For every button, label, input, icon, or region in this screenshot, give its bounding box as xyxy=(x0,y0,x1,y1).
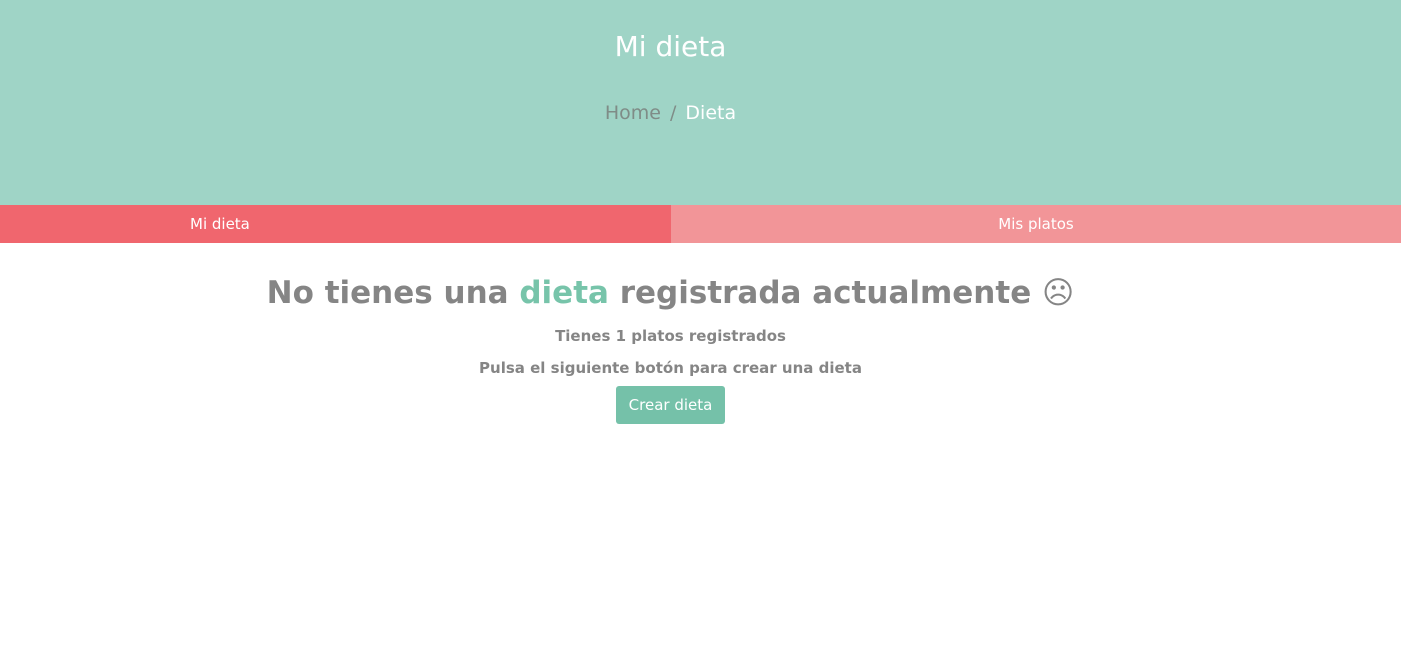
empty-state-heading: No tienes una dieta registrada actualmen… xyxy=(0,273,1341,313)
main-content: No tienes una dieta registrada actualmen… xyxy=(0,273,1341,424)
breadcrumb-home-link[interactable]: Home xyxy=(605,102,661,124)
heading-text-start: No tienes una xyxy=(266,275,520,311)
hero-banner: Mi dieta Home / Dieta xyxy=(0,0,1401,205)
tab-mis-platos[interactable]: Mis platos xyxy=(671,205,1401,243)
dishes-count-text: Tienes 1 platos registrados xyxy=(555,327,786,345)
page-title: Mi dieta xyxy=(614,30,727,63)
instruction-text: Pulsa el siguiente botón para crear una … xyxy=(479,359,862,377)
heading-accent-word: dieta xyxy=(519,275,609,311)
create-diet-button[interactable]: Crear dieta xyxy=(615,386,726,424)
breadcrumb-separator: / xyxy=(670,102,677,124)
tab-mi-dieta[interactable]: Mi dieta xyxy=(0,205,671,243)
heading-text-end: registrada actualmente xyxy=(608,275,1043,311)
breadcrumb-current: Dieta xyxy=(685,102,737,124)
sad-face-icon: ☹ xyxy=(1042,275,1075,311)
breadcrumb: Home / Dieta xyxy=(0,100,1341,126)
tab-bar: Mi dieta Mis platos xyxy=(0,205,1401,243)
